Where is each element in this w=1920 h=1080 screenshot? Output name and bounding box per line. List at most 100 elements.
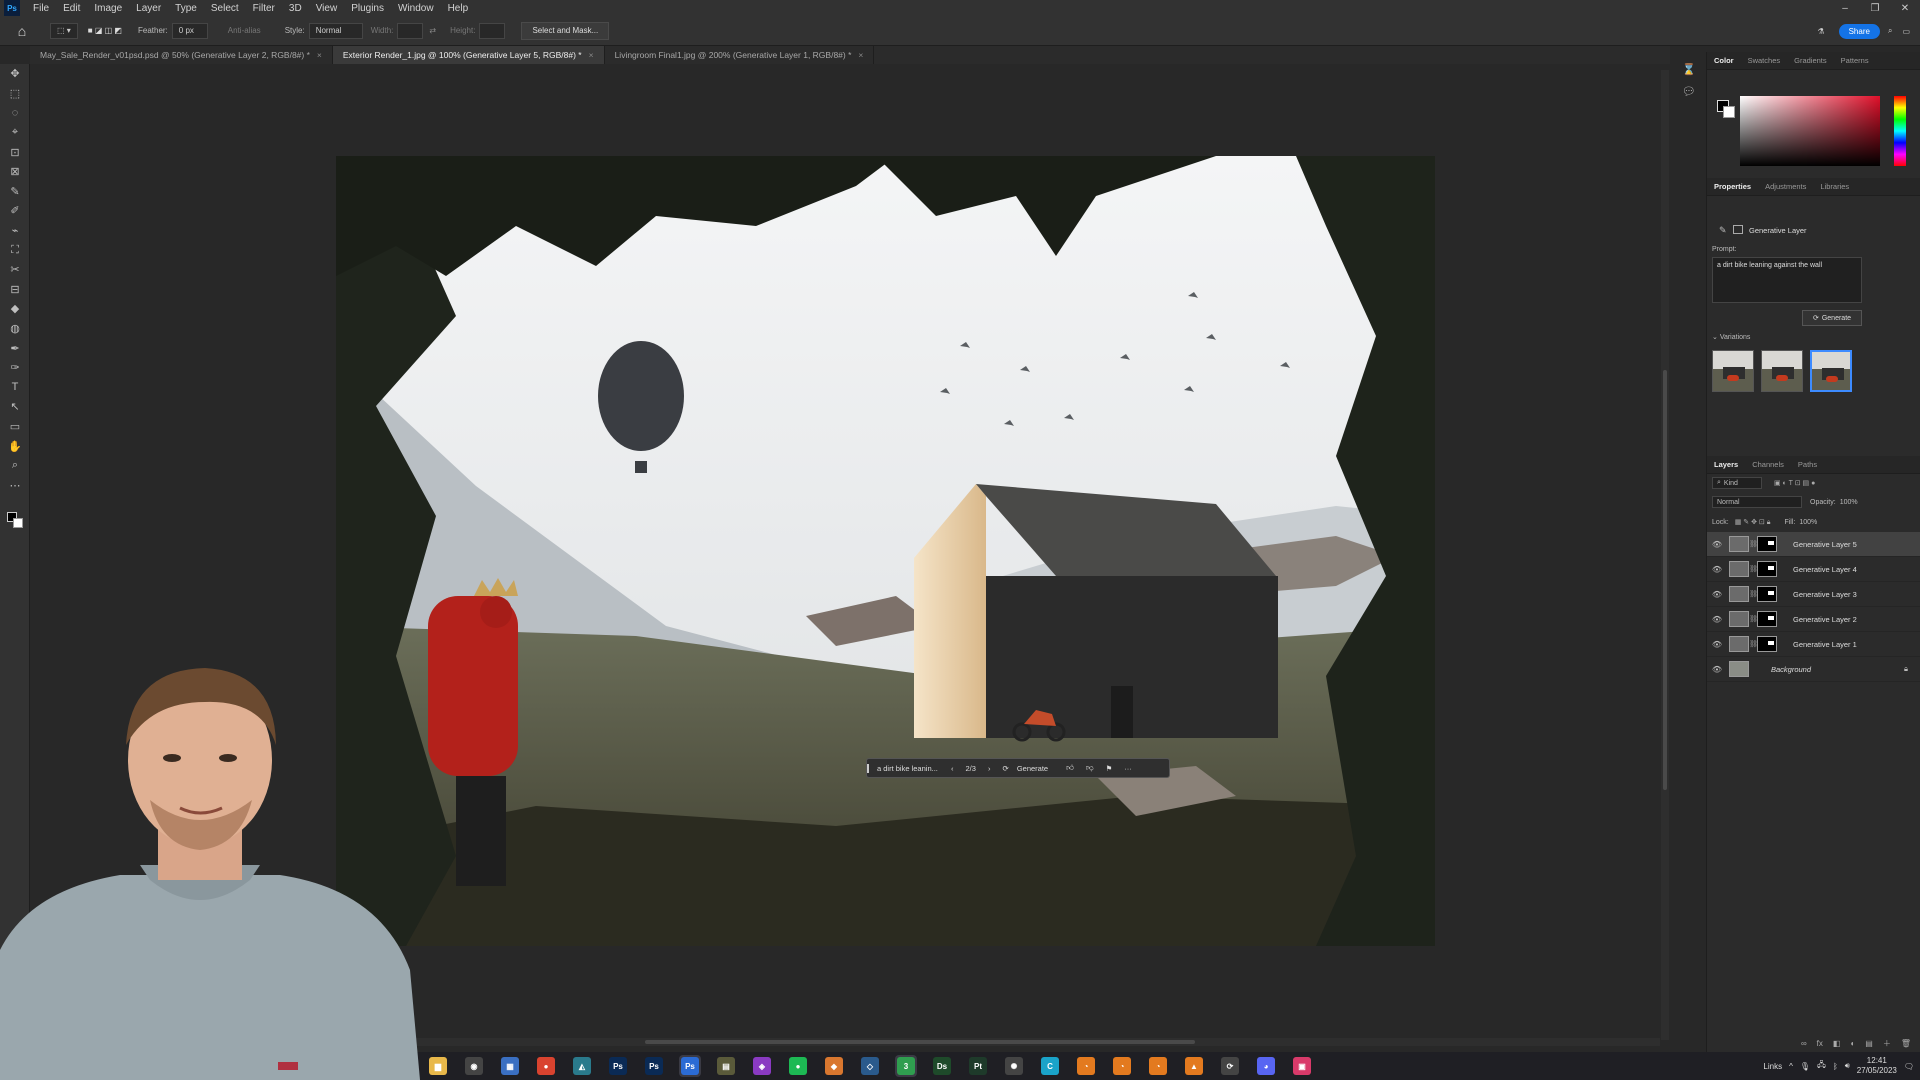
blur-tool-icon[interactable]: ◍ [0,319,30,339]
prompt-preview[interactable]: a dirt bike leanin... [867,763,945,773]
tab-properties[interactable]: Properties [1707,182,1758,191]
add-mask-icon[interactable]: ◧ [1833,1039,1841,1048]
close-window-button[interactable]: ✕ [1890,0,1920,16]
close-tab-icon[interactable]: × [858,50,863,60]
spotify-icon[interactable]: ● [787,1055,809,1077]
lasso-tool-icon[interactable]: ◌ [0,103,30,123]
zoom-tool-icon[interactable]: ⌕ [0,456,30,476]
menu-select[interactable]: Select [204,3,246,14]
photoshop-active-icon[interactable]: Ps [679,1055,701,1077]
select-and-mask-button[interactable]: Select and Mask... [521,21,610,40]
volume-icon[interactable]: 🔊︎ [1845,1061,1850,1071]
opacity-input[interactable]: 100% [1840,499,1858,506]
dodge-tool-icon[interactable]: ✒ [0,338,30,358]
pen-tool-icon[interactable]: ✑ [0,358,30,378]
visibility-eye-icon[interactable]: 👁︎ [1707,540,1727,549]
generate-button[interactable]: ⟳ Generate [996,764,1060,773]
tab-may-sale[interactable]: May_Sale_Render_v01psd.psd @ 50% (Genera… [30,46,333,64]
close-tab-icon[interactable]: × [589,50,594,60]
painter-icon[interactable]: Pt [967,1055,989,1077]
thumbs-up-icon[interactable]: 👍︎ [1060,763,1080,773]
type-tool-icon[interactable]: T [0,378,30,398]
sync-icon[interactable]: ⟳ [1219,1055,1241,1077]
delete-layer-icon[interactable]: 🗑 [1901,1039,1911,1048]
visibility-eye-icon[interactable]: 👁︎ [1707,665,1727,674]
visibility-eye-icon[interactable]: 👁︎ [1707,565,1727,574]
brush-tool-icon[interactable]: ⌁ [0,221,30,241]
layer-name[interactable]: Generative Layer 5 [1793,540,1857,549]
layer-name[interactable]: Background [1771,665,1811,674]
horizontal-scrollbar[interactable] [370,1038,1660,1046]
layer-name[interactable]: Generative Layer 4 [1793,565,1857,574]
blender2-icon[interactable]: ◔ [1111,1055,1133,1077]
gradient-tool-icon[interactable]: ◆ [0,299,30,319]
variation-thumbnail-1[interactable] [1712,350,1754,392]
variation-thumbnail-2[interactable] [1761,350,1803,392]
comments-panel-icon[interactable]: 💬︎ [1676,80,1702,102]
move-tool-icon[interactable]: ✥ [0,64,30,84]
thumbs-down-icon[interactable]: 👎︎ [1080,763,1100,773]
visibility-eye-icon[interactable]: 👁︎ [1707,590,1727,599]
microphone-icon[interactable]: 🎙︎ [1800,1062,1810,1071]
blender-icon[interactable]: ◔ [1075,1055,1097,1077]
marquee-preset-picker[interactable]: ⬚ ▾ [50,22,78,39]
cinema-icon[interactable]: C [1039,1055,1061,1077]
bluetooth-icon[interactable]: ᛒ [1833,1062,1838,1071]
feather-input[interactable]: 0 px [171,22,208,39]
tab-adjustments[interactable]: Adjustments [1758,182,1813,191]
menu-file[interactable]: File [26,3,56,14]
document-canvas[interactable] [336,156,1435,946]
variation-thumbnail-3[interactable] [1810,350,1852,392]
visibility-eye-icon[interactable]: 👁︎ [1707,615,1727,624]
layer-row[interactable]: 👁︎ ⛓ Generative Layer 5 [1707,532,1920,557]
width-input[interactable] [397,22,424,39]
tab-exterior-render[interactable]: Exterior Render_1.jpg @ 100% (Generative… [332,46,605,64]
layer-name[interactable]: Generative Layer 1 [1793,640,1857,649]
eraser-tool-icon[interactable]: ⊟ [0,280,30,300]
layer-filter-icons[interactable]: ▣ ◐ T ⊡ ▤ ● [1774,479,1815,487]
previous-variation-icon[interactable]: ‹ [945,764,960,773]
clone-stamp-tool-icon[interactable]: ⛶ [0,240,30,260]
menu-image[interactable]: Image [87,3,129,14]
object-selection-tool-icon[interactable]: ⌖ [0,123,30,143]
blender3-icon[interactable]: ◔ [1147,1055,1169,1077]
style-select[interactable]: Normal [308,22,363,39]
obs-icon[interactable]: ◉ [463,1055,485,1077]
notes-icon[interactable]: ▤ [715,1055,737,1077]
tab-livingroom[interactable]: Livingroom Final1.jpg @ 200% (Generative… [604,46,875,64]
layer-row[interactable]: 👁︎ ⛓ Generative Layer 2 [1707,607,1920,632]
layer-row[interactable]: 👁︎ ⛓ Generative Layer 3 [1707,582,1920,607]
clock[interactable]: 12:41 27/05/2023 [1857,1056,1897,1076]
background-layer-row[interactable]: 👁︎ Background 🔒︎ [1707,657,1920,682]
tab-channels[interactable]: Channels [1745,460,1791,469]
notifications-icon[interactable]: 🗨︎ [1904,1062,1914,1071]
prompt-input[interactable]: a dirt bike leaning against the wall [1712,257,1862,303]
layer-name[interactable]: Generative Layer 3 [1793,590,1857,599]
layer-filter-kind[interactable]: ⌕ Kind [1712,477,1762,489]
vertical-scrollbar[interactable] [1661,70,1669,1040]
photoshop-icon[interactable]: Ps [607,1055,629,1077]
marquee-tool-icon[interactable]: ⬚ [0,84,30,104]
share-button[interactable]: Share [1838,23,1880,39]
home-icon[interactable]: ⌂ [12,23,32,39]
ds-icon[interactable]: 3 [895,1055,917,1077]
folder-icon[interactable]: ▆ [427,1055,449,1077]
layer-name[interactable]: Generative Layer 2 [1793,615,1857,624]
discord-icon[interactable]: ◕ [1255,1055,1277,1077]
tab-patterns[interactable]: Patterns [1834,56,1876,65]
workspace-icon[interactable]: ▭ [1902,27,1910,36]
height-input[interactable] [479,22,506,39]
tab-layers[interactable]: Layers [1707,460,1745,469]
swap-icon[interactable]: ⇄ [429,26,436,35]
hand-tool-icon[interactable]: ✋ [0,436,30,456]
menu-help[interactable]: Help [441,3,476,14]
app-icon[interactable]: ◭ [571,1055,593,1077]
chrome-icon[interactable]: ● [535,1055,557,1077]
healing-brush-tool-icon[interactable]: ✐ [0,201,30,221]
menu-3d[interactable]: 3D [282,3,309,14]
hue-slider[interactable] [1894,96,1906,166]
photoshop-beta-icon[interactable]: Ps [643,1055,665,1077]
dimension-icon[interactable]: Ds [931,1055,953,1077]
sketchup-icon[interactable]: ◇ [859,1055,881,1077]
calculator-icon[interactable]: ▦ [499,1055,521,1077]
